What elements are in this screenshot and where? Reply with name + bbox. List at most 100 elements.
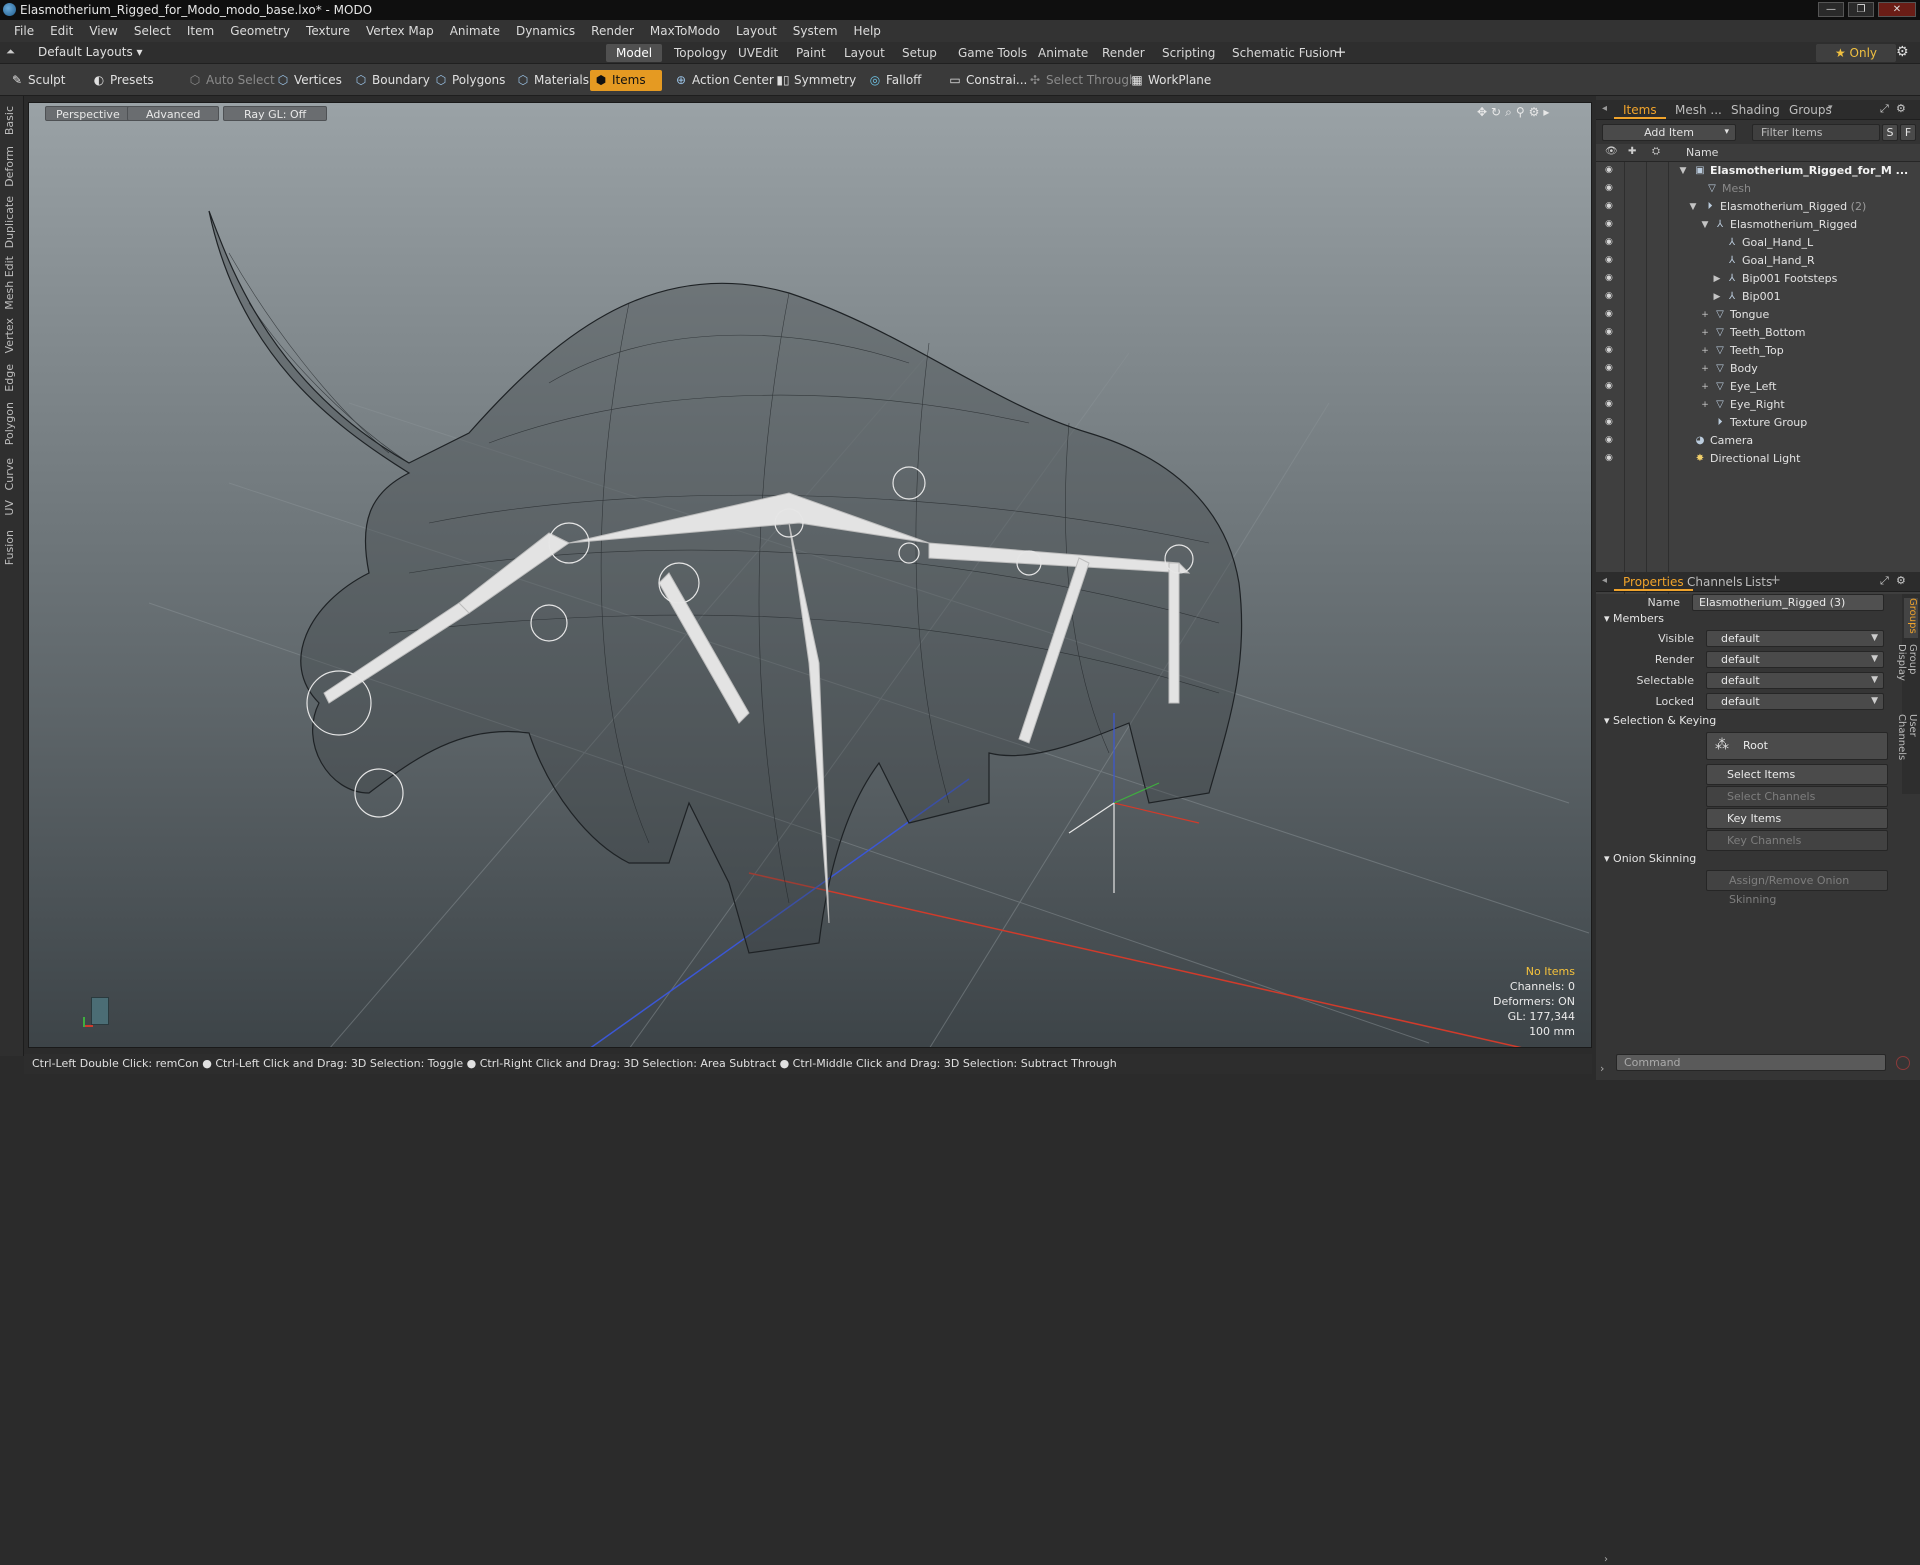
left-tab-mesh-edit[interactable]: Mesh Edit [3, 256, 21, 310]
only-toggle[interactable]: ★ Only [1816, 44, 1896, 62]
tree-row-rig-locator[interactable]: ◉ ▼ ⅄ Elasmotherium_Rigged [1596, 216, 1920, 234]
eye-icon[interactable]: ◉ [1605, 220, 1617, 229]
eye-icon[interactable]: ◉ [1605, 184, 1617, 193]
tab-topology[interactable]: Topology [664, 44, 737, 62]
key-channels-button[interactable]: Key Channels [1706, 830, 1888, 851]
key-items-button[interactable]: Key Items [1706, 808, 1888, 829]
command-input[interactable]: Command [1616, 1054, 1886, 1071]
assign-onion-skinning-button[interactable]: Assign/Remove Onion Skinning [1706, 870, 1888, 906]
f-filter-button[interactable]: F [1900, 124, 1916, 141]
tree-row-body[interactable]: ◉ + ▽ Body [1596, 360, 1920, 378]
menu-select[interactable]: Select [126, 20, 179, 42]
command-record-icon[interactable] [1896, 1056, 1910, 1070]
action-center-button[interactable]: ⊕ Action Center [670, 70, 780, 91]
expand-triangle-icon[interactable]: ▶ [1712, 270, 1722, 288]
expand-plus-icon[interactable]: + [1700, 324, 1710, 342]
workplane-button[interactable]: ▦ WorkPlane [1126, 70, 1217, 91]
lock-column-icon[interactable]: ✚ [1628, 146, 1636, 157]
expand-plus-icon[interactable]: + [1700, 342, 1710, 360]
expand-plus-icon[interactable]: + [1700, 306, 1710, 324]
menu-system[interactable]: System [785, 20, 846, 42]
left-tab-uv[interactable]: UV [3, 500, 21, 516]
constraints-button[interactable]: ▭ Constrai... [944, 70, 1033, 91]
tab-schematic-fusion[interactable]: Schematic Fusion [1222, 44, 1347, 62]
left-tab-polygon[interactable]: Polygon [3, 402, 21, 445]
expand-triangle-icon[interactable]: ▼ [1688, 198, 1698, 216]
name-column-header[interactable]: Name [1686, 146, 1718, 159]
eye-icon[interactable]: ◉ [1605, 418, 1617, 427]
tab-model[interactable]: Model [606, 44, 663, 62]
expand-plus-icon[interactable]: + [1700, 360, 1710, 378]
tree-row-scene[interactable]: ◉ ▼ ▣ Elasmotherium_Rigged_for_M ... [1596, 162, 1920, 180]
menu-edit[interactable]: Edit [42, 20, 81, 42]
expand-plus-icon[interactable]: + [1700, 396, 1710, 414]
left-tab-edge[interactable]: Edge [3, 364, 21, 392]
tree-row-bip001-footsteps[interactable]: ◉ ▶ ⅄ Bip001 Footsteps [1596, 270, 1920, 288]
eye-icon[interactable]: ◉ [1605, 166, 1617, 175]
tab-uvedit[interactable]: UVEdit [728, 44, 788, 62]
eye-icon[interactable]: ◉ [1605, 274, 1617, 283]
auto-select-button[interactable]: ⬡ Auto Select [184, 70, 281, 91]
menu-vertex-map[interactable]: Vertex Map [358, 20, 442, 42]
tree-row-directional-light[interactable]: ◉ ✸ Directional Light [1596, 450, 1920, 468]
left-tab-deform[interactable]: Deform [3, 146, 21, 187]
default-layouts-dropdown[interactable]: Default Layouts ▾ [38, 45, 143, 59]
menu-maxtomodo[interactable]: MaxToModo [642, 20, 728, 42]
falloff-button[interactable]: ◎ Falloff [864, 70, 927, 91]
add-item-dropdown[interactable]: Add Item ▾ [1602, 124, 1736, 141]
tree-row-eye-left[interactable]: ◉ + ▽ Eye_Left [1596, 378, 1920, 396]
tab-layout[interactable]: Layout [834, 44, 895, 62]
panel-grip-icon[interactable]: ◂ [1602, 575, 1607, 586]
tree-row-bip001[interactable]: ◉ ▶ ⅄ Bip001 [1596, 288, 1920, 306]
locked-dropdown[interactable]: default ▼ [1706, 693, 1884, 710]
symmetry-button[interactable]: ▮▯ Symmetry [772, 70, 862, 91]
tree-row-eye-right[interactable]: ◉ + ▽ Eye_Right [1596, 396, 1920, 414]
close-button[interactable]: ✕ [1878, 2, 1916, 17]
add-tab-icon[interactable]: + [1334, 43, 1347, 61]
eye-icon[interactable]: ◉ [1605, 238, 1617, 247]
left-tab-curve[interactable]: Curve [3, 458, 21, 490]
presets-button[interactable]: ◐ Presets [88, 70, 160, 91]
tab-items[interactable]: Items [1614, 102, 1666, 119]
visible-dropdown[interactable]: default ▼ [1706, 630, 1884, 647]
menu-view[interactable]: View [81, 20, 125, 42]
menu-help[interactable]: Help [846, 20, 889, 42]
expand-plus-icon[interactable]: + [1700, 378, 1710, 396]
menu-animate[interactable]: Animate [442, 20, 508, 42]
layout-toggle-icon[interactable]: ⏶ [6, 45, 15, 59]
expand-triangle-icon[interactable]: ▼ [1678, 162, 1688, 180]
left-tab-basic[interactable]: Basic [3, 106, 21, 135]
selectable-dropdown[interactable]: default ▼ [1706, 672, 1884, 689]
filter-items-input[interactable]: Filter Items [1752, 124, 1880, 141]
3d-viewport[interactable]: Perspective Advanced Ray GL: Off ✥↻⌕⚲⚙▸ [28, 102, 1592, 1048]
menu-dynamics[interactable]: Dynamics [508, 20, 583, 42]
s-filter-button[interactable]: S [1882, 124, 1898, 141]
tree-row-teeth-top[interactable]: ◉ + ▽ Teeth_Top [1596, 342, 1920, 360]
tree-row-texture-group[interactable]: ◉ ⏵ Texture Group [1596, 414, 1920, 432]
side-tab-user-channels[interactable]: User Channels [1896, 714, 1918, 784]
eye-icon[interactable]: ◉ [1605, 202, 1617, 211]
onion-skinning-section[interactable]: ▾ Onion Skinning [1604, 852, 1696, 865]
tree-row-goal-hand-l[interactable]: ◉ ⅄ Goal_Hand_L [1596, 234, 1920, 252]
menu-file[interactable]: File [6, 20, 42, 42]
render-dropdown[interactable]: default ▼ [1706, 651, 1884, 668]
eye-icon[interactable]: ◉ [1605, 346, 1617, 355]
tree-row-tongue[interactable]: ◉ + ▽ Tongue [1596, 306, 1920, 324]
menu-texture[interactable]: Texture [298, 20, 358, 42]
tree-row-group[interactable]: ◉ ▼ ⏵ Elasmotherium_Rigged (2) [1596, 198, 1920, 216]
select-column-icon[interactable]: ⛭ [1652, 146, 1660, 157]
eye-icon[interactable]: ◉ [1605, 364, 1617, 373]
polygons-button[interactable]: ⬡ Polygons [430, 70, 511, 91]
sculpt-button[interactable]: ✎ Sculpt [6, 70, 71, 91]
tab-overflow-icon[interactable]: ▾ [1828, 103, 1833, 113]
name-field[interactable]: Elasmotherium_Rigged (3) [1692, 594, 1884, 611]
panel-gear-icon[interactable]: ⚙ [1896, 102, 1906, 115]
tree-row-goal-hand-r[interactable]: ◉ ⅄ Goal_Hand_R [1596, 252, 1920, 270]
panel-grip-icon[interactable]: ◂ [1602, 103, 1607, 114]
left-tab-duplicate[interactable]: Duplicate [3, 196, 21, 248]
selection-keying-section[interactable]: ▾ Selection & Keying [1604, 714, 1716, 727]
tab-paint[interactable]: Paint [786, 44, 836, 62]
select-items-button[interactable]: Select Items [1706, 764, 1888, 785]
add-tab-icon[interactable]: + [1770, 573, 1781, 588]
boundary-button[interactable]: ⬡ Boundary [350, 70, 436, 91]
